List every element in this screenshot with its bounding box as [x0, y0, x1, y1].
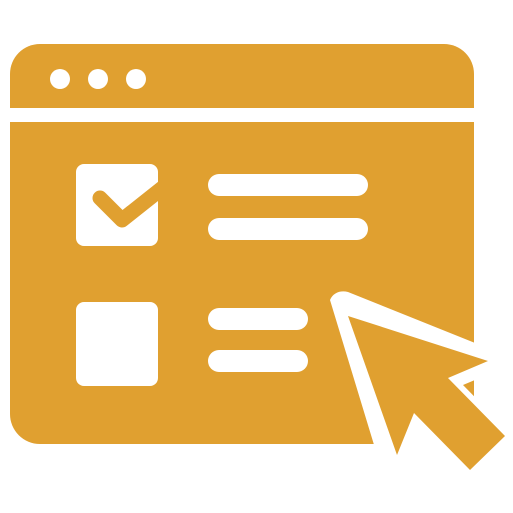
- icon-canvas: [0, 0, 513, 513]
- browser-checklist-icon: [10, 44, 513, 498]
- title-bar-divider: [10, 108, 474, 122]
- window-controls: [50, 69, 146, 89]
- text-line: [208, 174, 368, 196]
- text-line: [208, 350, 308, 372]
- window-dot-icon: [50, 69, 70, 89]
- window-dot-icon: [126, 69, 146, 89]
- checkbox-unchecked: [76, 302, 158, 386]
- text-line: [208, 308, 308, 330]
- text-line: [208, 218, 368, 240]
- window-dot-icon: [88, 69, 108, 89]
